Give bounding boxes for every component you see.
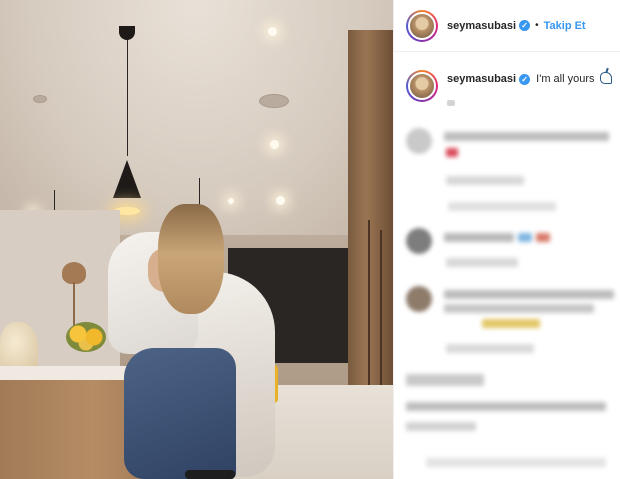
profile-avatar[interactable] (406, 9, 438, 42)
post-side-panel: seymasubasi ✓ • Takip Et seymasubasi ✓ I'… (393, 0, 620, 479)
avatar-image (408, 72, 436, 100)
heart-decoration (62, 262, 86, 284)
pendant-lamp (113, 160, 141, 198)
verified-badge-icon: ✓ (519, 74, 531, 85)
heart-stand (73, 282, 75, 327)
blurred-emoji (482, 319, 540, 328)
ceiling-light (268, 27, 277, 36)
blurred-comment-meta (446, 344, 534, 353)
follow-button[interactable]: Takip Et (544, 20, 586, 32)
caption-body: I'm all yours (536, 73, 595, 85)
ceiling-light (270, 140, 279, 149)
blurred-comment-meta (446, 258, 518, 267)
ceiling-speaker (259, 94, 289, 108)
pendant-cord (127, 36, 128, 156)
blurred-comment-text (444, 233, 514, 242)
blurred-comment-meta (446, 176, 524, 185)
post-photo[interactable] (0, 0, 393, 479)
post-caption: seymasubasi ✓ I'm all yours (406, 68, 612, 102)
blurred-comment-meta (406, 422, 476, 431)
caption-avatar[interactable] (406, 70, 438, 102)
blurred-add-comment (426, 458, 606, 467)
header-separator: • (535, 20, 539, 31)
blurred-comment-text (444, 304, 594, 313)
comment-avatar (406, 228, 432, 254)
comment-avatar (406, 286, 432, 312)
blurred-emoji (446, 148, 458, 157)
flower-vase (66, 322, 106, 352)
ceiling-light (276, 196, 285, 205)
blonde-hair (158, 204, 224, 314)
verified-badge-icon: ✓ (519, 20, 531, 31)
blurred-comment-text (444, 290, 614, 299)
post-header: seymasubasi ✓ • Takip Et (394, 0, 620, 52)
blurred-emoji (536, 233, 550, 242)
comment-avatar (406, 128, 432, 154)
blue-jeans (124, 348, 236, 479)
blurred-comment-text (406, 402, 606, 411)
shoe (185, 470, 235, 479)
caption-username[interactable]: seymasubasi (447, 73, 516, 85)
ceiling-light (228, 198, 234, 204)
caption-text: seymasubasi ✓ I'm all yours (447, 72, 612, 86)
blurred-emoji (518, 233, 532, 242)
ceiling-speaker (33, 95, 47, 103)
unicorn-icon (599, 72, 612, 84)
header-username[interactable]: seymasubasi (447, 20, 516, 32)
blurred-comment-text (406, 374, 484, 386)
photo-ceiling (0, 0, 393, 235)
avatar-image (408, 11, 436, 40)
blurred-comment-text (444, 132, 609, 141)
blurred-view-replies (448, 202, 556, 211)
caption-timestamp (447, 100, 455, 106)
sculpture (0, 322, 38, 372)
